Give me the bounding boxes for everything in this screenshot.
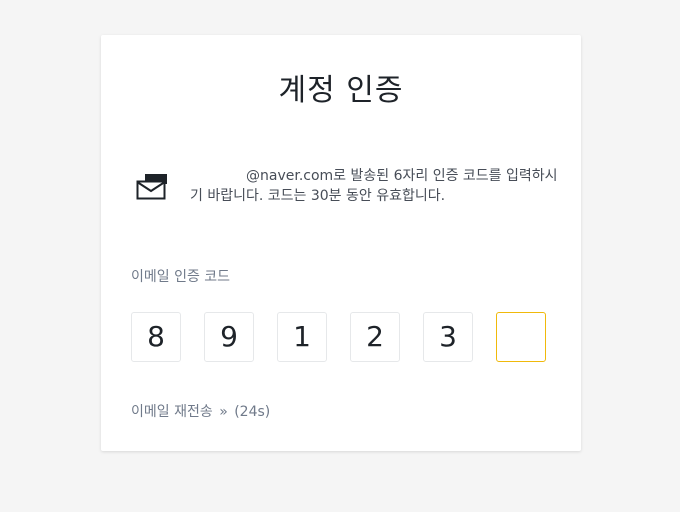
code-digit-4[interactable]: 2 bbox=[350, 312, 400, 362]
verification-card: 계정 인증 @naver.com로 발송된 6자리 인증 코드를 입력하시기 바… bbox=[101, 35, 581, 451]
resend-label: 이메일 재전송 bbox=[131, 404, 213, 420]
code-digit-5[interactable]: 3 bbox=[423, 312, 473, 362]
code-digit-6[interactable] bbox=[496, 312, 546, 362]
double-chevron-right-icon: » bbox=[219, 404, 228, 420]
verification-message: @naver.com로 발송된 6자리 인증 코드를 입력하시기 바랍니다. 코… bbox=[190, 166, 560, 206]
code-digit-1[interactable]: 8 bbox=[131, 312, 181, 362]
resend-timer: (24s) bbox=[234, 404, 271, 420]
code-digit-3[interactable]: 1 bbox=[277, 312, 327, 362]
envelope-icon bbox=[136, 174, 167, 200]
code-label: 이메일 인증 코드 bbox=[131, 269, 231, 285]
code-input-row: 8 9 1 2 3 bbox=[131, 312, 547, 362]
code-digit-2[interactable]: 9 bbox=[204, 312, 254, 362]
resend-email-link[interactable]: 이메일 재전송 » (24s) bbox=[131, 401, 270, 421]
page-title: 계정 인증 bbox=[278, 73, 404, 108]
email-domain: @naver.com bbox=[246, 168, 334, 184]
